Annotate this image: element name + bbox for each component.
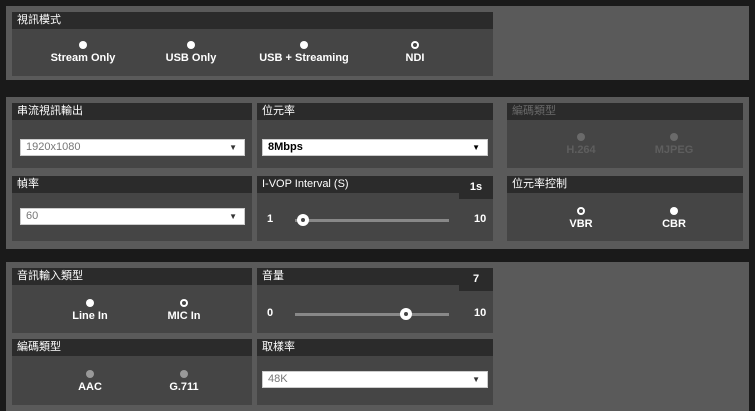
radio-label: MIC In [167, 310, 201, 322]
radio-dot-icon [577, 133, 585, 141]
stream-output-title: 串流視訊輸出 [12, 103, 252, 120]
radio-g711[interactable]: G.711 [139, 370, 229, 393]
sample-rate-panel: 取樣率 48K ▼ [257, 339, 493, 405]
encoding-type-title: 編碼類型 [507, 103, 743, 120]
radio-label: VBR [569, 218, 593, 230]
volume-value-badge: 7 [459, 268, 493, 291]
audio-input-panel: 音訊輸入類型 Line In MIC In [12, 268, 252, 333]
radio-dot-icon [86, 299, 94, 307]
radio-dot-icon [79, 41, 87, 49]
radio-dot-icon [86, 370, 94, 378]
bitrate-panel: 位元率 8Mbps ▼ [257, 103, 493, 168]
radio-label: USB Only [165, 52, 217, 64]
volume-title: 音量 [257, 268, 493, 285]
ivop-panel: I-VOP Interval (S) 1s 1 10 [257, 176, 493, 241]
frame-rate-panel: 幀率 60 ▼ [12, 176, 252, 241]
radio-mjpeg[interactable]: MJPEG [629, 133, 719, 156]
volume-slider-track[interactable] [295, 313, 449, 316]
video-mode-title: 視訊模式 [12, 12, 493, 29]
bitrate-title: 位元率 [257, 103, 493, 120]
volume-panel: 音量 7 0 10 [257, 268, 493, 333]
stream-settings-section: 串流視訊輸出 1920x1080 ▼ 位元率 8Mbps ▼ 編碼類型 H.26… [6, 97, 749, 249]
bitrate-control-panel: 位元率控制 VBR CBR [507, 176, 743, 241]
resolution-value: 1920x1080 [26, 141, 81, 153]
radio-label: USB + Streaming [259, 52, 349, 64]
sample-rate-value: 48K [268, 373, 288, 385]
radio-dot-icon [180, 370, 188, 378]
radio-dot-icon [300, 41, 308, 49]
radio-label: G.711 [169, 381, 199, 393]
radio-stream-only[interactable]: Stream Only [38, 41, 128, 64]
audio-encoding-panel: 編碼類型 AAC G.711 [12, 339, 252, 405]
radio-label: MJPEG [654, 144, 694, 156]
ivop-title: I-VOP Interval (S) [257, 176, 493, 193]
chevron-down-icon: ▼ [229, 212, 237, 221]
ivop-slider-track[interactable] [295, 219, 449, 222]
encoding-type-panel: 編碼類型 H.264 MJPEG [507, 103, 743, 168]
radio-selected-icon [180, 299, 188, 307]
radio-usb-streaming[interactable]: USB + Streaming [259, 41, 349, 64]
radio-label: H.264 [566, 144, 596, 156]
radio-usb-only[interactable]: USB Only [146, 41, 236, 64]
radio-label: CBR [662, 218, 686, 230]
radio-ndi[interactable]: NDI [370, 41, 460, 64]
radio-label: Line In [72, 310, 108, 322]
radio-h264[interactable]: H.264 [536, 133, 626, 156]
radio-line-in[interactable]: Line In [45, 299, 135, 322]
ivop-slider-handle[interactable] [297, 214, 309, 226]
ivop-min-label: 1 [267, 213, 274, 225]
audio-input-title: 音訊輸入類型 [12, 268, 252, 285]
frame-rate-value: 60 [26, 210, 39, 222]
frame-rate-select[interactable]: 60 ▼ [20, 208, 245, 225]
radio-mic-in[interactable]: MIC In [139, 299, 229, 322]
frame-rate-title: 幀率 [12, 176, 252, 193]
radio-selected-icon [411, 41, 419, 49]
bitrate-select[interactable]: 8Mbps ▼ [262, 139, 488, 156]
radio-vbr[interactable]: VBR [536, 207, 626, 230]
resolution-select[interactable]: 1920x1080 ▼ [20, 139, 245, 156]
video-mode-section: 視訊模式 Stream Only USB Only USB + Streamin… [6, 6, 749, 80]
chevron-down-icon: ▼ [472, 143, 480, 152]
sample-rate-select[interactable]: 48K ▼ [262, 371, 488, 388]
radio-selected-icon [577, 207, 585, 215]
bitrate-value: 8Mbps [268, 141, 303, 153]
video-mode-panel: 視訊模式 Stream Only USB Only USB + Streamin… [12, 12, 493, 76]
volume-slider-handle[interactable] [400, 308, 412, 320]
radio-aac[interactable]: AAC [45, 370, 135, 393]
radio-dot-icon [670, 133, 678, 141]
audio-settings-section: 音訊輸入類型 Line In MIC In 音量 7 0 10 編碼類型 AAC… [6, 262, 749, 411]
stream-output-panel: 串流視訊輸出 1920x1080 ▼ [12, 103, 252, 168]
volume-max-label: 10 [474, 307, 487, 319]
ivop-max-label: 10 [474, 213, 487, 225]
radio-dot-icon [670, 207, 678, 215]
chevron-down-icon: ▼ [472, 375, 480, 384]
radio-label: NDI [405, 52, 425, 64]
audio-encoding-title: 編碼類型 [12, 339, 252, 356]
chevron-down-icon: ▼ [229, 143, 237, 152]
radio-label: AAC [78, 381, 102, 393]
radio-dot-icon [187, 41, 195, 49]
bitrate-control-title: 位元率控制 [507, 176, 743, 193]
radio-cbr[interactable]: CBR [629, 207, 719, 230]
radio-label: Stream Only [50, 52, 116, 64]
sample-rate-title: 取樣率 [257, 339, 493, 356]
ivop-value-badge: 1s [459, 176, 493, 199]
volume-min-label: 0 [267, 307, 274, 319]
